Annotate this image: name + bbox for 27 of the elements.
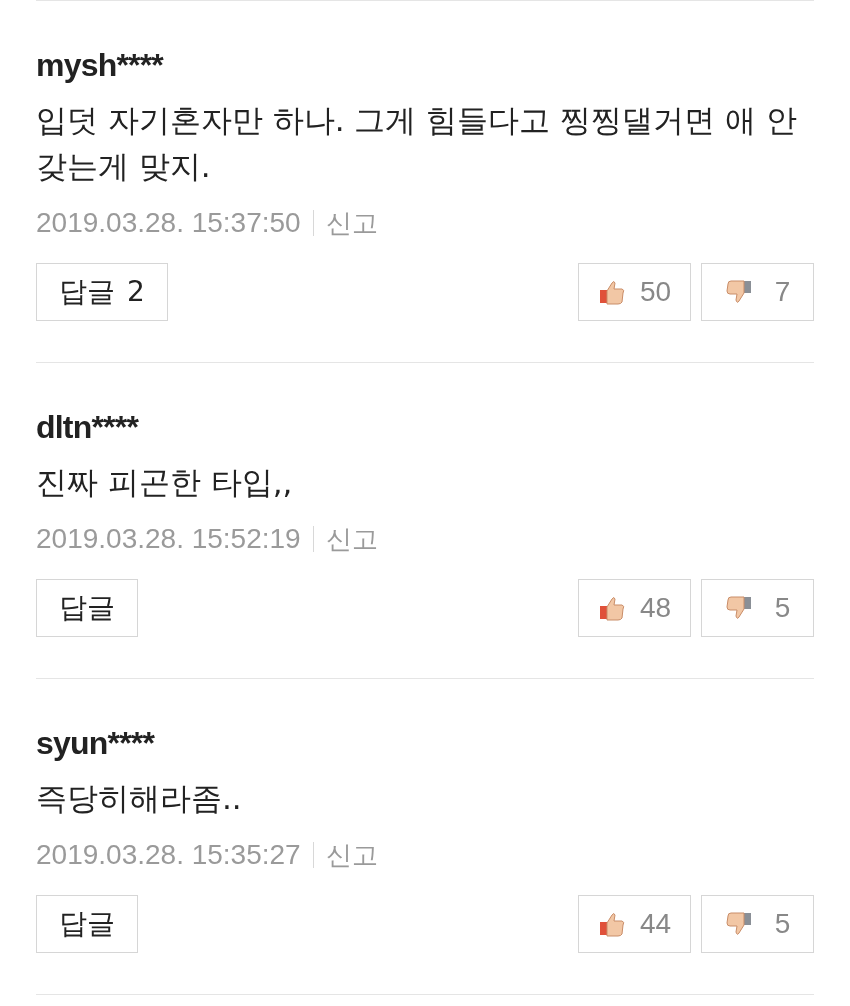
thumbs-down-icon xyxy=(724,910,753,938)
comment-date: 2019.03.28. 15:52:19 xyxy=(36,522,301,556)
comment-text: 즉당히해라좀.. xyxy=(36,779,243,818)
thumbs-down-icon xyxy=(724,278,753,306)
comment-date: 2019.03.28. 15:37:50 xyxy=(36,206,301,240)
thumbs-down-icon xyxy=(724,594,753,622)
report-link[interactable]: 신고 xyxy=(325,203,378,243)
reply-button[interactable]: 답글 2 xyxy=(36,263,168,321)
thumbs-up-icon xyxy=(597,594,626,622)
dislike-button[interactable]: 5 xyxy=(701,895,814,953)
username: syun**** xyxy=(36,724,156,763)
like-button[interactable]: 48 xyxy=(578,579,691,637)
like-button[interactable]: 44 xyxy=(578,895,691,953)
reply-button[interactable]: 답글 xyxy=(36,579,138,637)
reply-button[interactable]: 답글 xyxy=(36,895,138,953)
thumbs-up-icon xyxy=(597,278,626,306)
username: mysh**** xyxy=(36,46,165,85)
dislike-button[interactable]: 5 xyxy=(701,579,814,637)
report-link[interactable]: 신고 xyxy=(325,519,378,559)
like-button[interactable]: 50 xyxy=(578,263,691,321)
comment-text: 입덧 자기혼자만 하나. 그게 힘들다고 찡찡댈거면 애 안갖는게 맞지. xyxy=(36,101,798,186)
username: dltn**** xyxy=(36,408,140,447)
dislike-button[interactable]: 7 xyxy=(701,263,814,321)
report-link[interactable]: 신고 xyxy=(325,835,378,875)
comment-date: 2019.03.28. 15:35:27 xyxy=(36,838,301,872)
comment-text: 진짜 피곤한 타입,, xyxy=(36,463,294,502)
thumbs-up-icon xyxy=(597,910,626,938)
